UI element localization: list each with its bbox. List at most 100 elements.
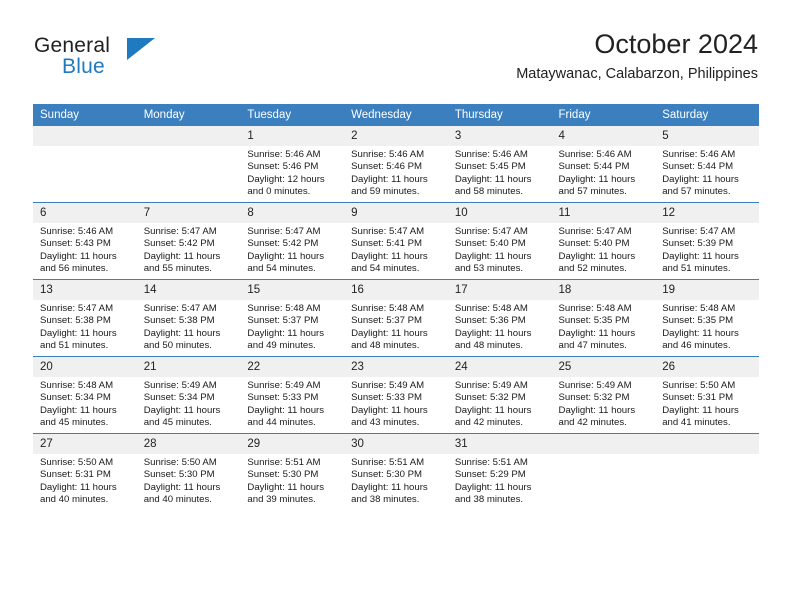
daylight-text-line2: and 57 minutes. (662, 186, 731, 198)
daylight-text-line2: and 53 minutes. (454, 263, 524, 275)
calendar-week-row: 13 Sunrise: 5:47 AM Sunset: 5:38 PM Dayligh… (33, 279, 759, 357)
daylight-text-line2: and 51 minutes. (40, 340, 109, 352)
calendar-day-cell[interactable]: 2 Sunrise: 5:46 AM Sunset: 5:46 PM Daylight… (344, 126, 448, 203)
daylight-text-line1: Daylight: 11 hours (351, 327, 428, 339)
calendar-day-cell[interactable]: 1 Sunrise: 5:46 AM Sunset: 5:46 PM Daylight… (240, 126, 345, 203)
calendar-day-cell[interactable]: 27 Sunrise: 5:50 AM Sunset: 5:31 PM Dayligh… (33, 433, 137, 510)
calendar-day-cell[interactable]: 18 Sunrise: 5:48 AM Sunset: 5:35 PM Dayligh… (551, 279, 656, 357)
sunset-text: Sunset: 5:45 PM (454, 161, 526, 173)
calendar-day-cell[interactable]: 25 Sunrise: 5:49 AM Sunset: 5:32 PM Dayligh… (551, 356, 656, 434)
sunrise-text: Sunrise: 5:48 AM (40, 380, 114, 391)
daylight-text-line1: Daylight: 11 hours (351, 250, 428, 262)
daylight-text-line1: Daylight: 11 hours (662, 404, 739, 416)
sunrise-text: Sunrise: 5:48 AM (454, 303, 528, 314)
calendar-day-cell[interactable]: 9 Sunrise: 5:47 AM Sunset: 5:41 PM Daylight… (344, 202, 448, 280)
calendar-day-cell[interactable]: 10 Sunrise: 5:47 AM Sunset: 5:40 PM Dayligh… (447, 202, 552, 280)
calendar-day-cell[interactable]: 19 Sunrise: 5:48 AM Sunset: 5:35 PM Dayligh… (655, 279, 759, 357)
calendar-day-cell[interactable]: 6 Sunrise: 5:46 AM Sunset: 5:43 PM Daylight… (33, 202, 137, 280)
day-sun-info: Sunrise: 5:46 AM Sunset: 5:45 PM Daylight:… (448, 146, 552, 199)
calendar-day-cell[interactable]: 14 Sunrise: 5:47 AM Sunset: 5:38 PM Dayligh… (136, 279, 241, 357)
day-number: 15 (240, 280, 345, 300)
day-number: 31 (447, 434, 552, 454)
day-sun-info: Sunrise: 5:51 AM Sunset: 5:30 PM Daylight:… (344, 454, 448, 507)
day-sun-info: Sunrise: 5:46 AM Sunset: 5:46 PM Daylight:… (344, 146, 448, 199)
day-cell-content: 5 Sunrise: 5:46 AM Sunset: 5:44 PM Daylight… (655, 126, 759, 202)
day-sun-info: Sunrise: 5:48 AM Sunset: 5:36 PM Daylight:… (448, 300, 552, 353)
sunrise-text: Sunrise: 5:47 AM (143, 303, 217, 314)
calendar-day-cell[interactable]: 29 Sunrise: 5:51 AM Sunset: 5:30 PM Dayligh… (240, 433, 345, 510)
sunrise-text: Sunrise: 5:50 AM (143, 457, 217, 468)
sunrise-text: Sunrise: 5:50 AM (40, 457, 114, 468)
calendar-day-cell[interactable]: 4 Sunrise: 5:46 AM Sunset: 5:44 PM Daylight… (551, 126, 656, 203)
calendar-day-cell[interactable]: 11 Sunrise: 5:47 AM Sunset: 5:40 PM Dayligh… (551, 202, 656, 280)
day-sun-info: Sunrise: 5:51 AM Sunset: 5:29 PM Daylight:… (448, 454, 552, 507)
page-subtitle: Mataywanac, Calabarzon, Philippines (516, 66, 758, 82)
calendar-day-cell[interactable]: 5 Sunrise: 5:46 AM Sunset: 5:44 PM Daylight… (655, 126, 759, 203)
day-sun-info: Sunrise: 5:49 AM Sunset: 5:32 PM Daylight:… (552, 377, 656, 430)
day-cell-content: 20 Sunrise: 5:48 AM Sunset: 5:34 PM Dayligh… (33, 357, 137, 433)
calendar-day-cell[interactable]: 21 Sunrise: 5:49 AM Sunset: 5:34 PM Dayligh… (136, 356, 241, 434)
daylight-text-line2: and 41 minutes. (662, 417, 731, 429)
brand-logo[interactable]: General Blue (34, 34, 234, 92)
daylight-text-line2: and 38 minutes. (454, 494, 524, 506)
sunrise-text: Sunrise: 5:47 AM (247, 226, 321, 237)
sunrise-text: Sunrise: 5:47 AM (662, 226, 736, 237)
calendar-day-cell[interactable]: 17 Sunrise: 5:48 AM Sunset: 5:36 PM Dayligh… (447, 279, 552, 357)
calendar-day-cell[interactable]: 15 Sunrise: 5:48 AM Sunset: 5:37 PM Dayligh… (240, 279, 345, 357)
sunrise-text: Sunrise: 5:47 AM (143, 226, 217, 237)
daylight-text-line1: Daylight: 11 hours (143, 481, 221, 493)
day-number: 4 (551, 126, 656, 146)
daylight-text-line2: and 51 minutes. (662, 263, 731, 275)
weekday-header-wednesday: Wednesday (344, 104, 448, 126)
daylight-text-line1: Daylight: 11 hours (662, 173, 739, 185)
sunrise-text: Sunrise: 5:47 AM (40, 303, 114, 314)
day-sun-info: Sunrise: 5:46 AM Sunset: 5:44 PM Daylight:… (552, 146, 656, 199)
day-number: 25 (551, 357, 656, 377)
day-cell-content: 14 Sunrise: 5:47 AM Sunset: 5:38 PM Dayligh… (136, 280, 241, 356)
day-number: 10 (447, 203, 552, 223)
day-cell-content (655, 434, 759, 510)
sunset-text: Sunset: 5:30 PM (247, 469, 319, 481)
day-cell-content: 1 Sunrise: 5:46 AM Sunset: 5:46 PM Daylight… (240, 126, 345, 202)
daylight-text-line1: Daylight: 11 hours (40, 481, 117, 493)
calendar-day-cell[interactable]: 23 Sunrise: 5:49 AM Sunset: 5:33 PM Dayligh… (344, 356, 448, 434)
daylight-text-line1: Daylight: 11 hours (454, 327, 532, 339)
sunset-text: Sunset: 5:40 PM (454, 238, 526, 250)
calendar-day-cell[interactable]: 24 Sunrise: 5:49 AM Sunset: 5:32 PM Dayligh… (447, 356, 552, 434)
calendar-day-cell[interactable]: 16 Sunrise: 5:48 AM Sunset: 5:37 PM Dayligh… (344, 279, 448, 357)
calendar-day-cell[interactable]: 13 Sunrise: 5:47 AM Sunset: 5:38 PM Dayligh… (33, 279, 137, 357)
calendar-day-cell[interactable]: 31 Sunrise: 5:51 AM Sunset: 5:29 PM Dayligh… (447, 433, 552, 510)
calendar-day-cell[interactable]: 30 Sunrise: 5:51 AM Sunset: 5:30 PM Dayligh… (344, 433, 448, 510)
calendar-day-cell[interactable]: 26 Sunrise: 5:50 AM Sunset: 5:31 PM Dayligh… (655, 356, 759, 434)
day-cell-content: 22 Sunrise: 5:49 AM Sunset: 5:33 PM Dayligh… (240, 357, 345, 433)
daylight-text-line1: Daylight: 11 hours (247, 404, 325, 416)
calendar-day-cell[interactable]: 3 Sunrise: 5:46 AM Sunset: 5:45 PM Daylight… (447, 126, 552, 203)
day-number: 5 (655, 126, 759, 146)
day-sun-info: Sunrise: 5:47 AM Sunset: 5:42 PM Daylight:… (240, 223, 344, 276)
sunset-text: Sunset: 5:31 PM (662, 392, 734, 404)
day-sun-info: Sunrise: 5:48 AM Sunset: 5:37 PM Daylight:… (240, 300, 344, 353)
sunset-text: Sunset: 5:35 PM (558, 315, 630, 327)
calendar-day-cell[interactable]: 12 Sunrise: 5:47 AM Sunset: 5:39 PM Dayligh… (655, 202, 759, 280)
daylight-text-line2: and 46 minutes. (662, 340, 731, 352)
weekday-header-sunday: Sunday (33, 104, 137, 126)
day-sun-info: Sunrise: 5:50 AM Sunset: 5:30 PM Daylight:… (137, 454, 241, 507)
day-number: 9 (344, 203, 448, 223)
sunset-text: Sunset: 5:30 PM (351, 469, 423, 481)
sunset-text: Sunset: 5:30 PM (143, 469, 215, 481)
calendar-day-cell[interactable]: 22 Sunrise: 5:49 AM Sunset: 5:33 PM Dayligh… (240, 356, 345, 434)
day-cell-content: 2 Sunrise: 5:46 AM Sunset: 5:46 PM Daylight… (344, 126, 448, 202)
calendar-day-cell[interactable]: 20 Sunrise: 5:48 AM Sunset: 5:34 PM Dayligh… (33, 356, 137, 434)
calendar-day-cell[interactable]: 28 Sunrise: 5:50 AM Sunset: 5:30 PM Dayligh… (136, 433, 241, 510)
day-cell-content: 8 Sunrise: 5:47 AM Sunset: 5:42 PM Daylight… (240, 203, 345, 279)
sunset-text: Sunset: 5:35 PM (662, 315, 734, 327)
daylight-text-line1: Daylight: 11 hours (351, 173, 428, 185)
sunset-text: Sunset: 5:29 PM (454, 469, 526, 481)
calendar-day-cell[interactable]: 7 Sunrise: 5:47 AM Sunset: 5:42 PM Daylight… (136, 202, 241, 280)
calendar-day-cell[interactable]: 8 Sunrise: 5:47 AM Sunset: 5:42 PM Daylight… (240, 202, 345, 280)
weekday-header-thursday: Thursday (447, 104, 552, 126)
calendar-header-row: Sunday Monday Tuesday Wednesday Thursday… (33, 104, 759, 126)
daylight-text-line2: and 38 minutes. (351, 494, 420, 506)
weekday-header-friday: Friday (551, 104, 656, 126)
day-cell-content: 29 Sunrise: 5:51 AM Sunset: 5:30 PM Dayligh… (240, 434, 345, 510)
